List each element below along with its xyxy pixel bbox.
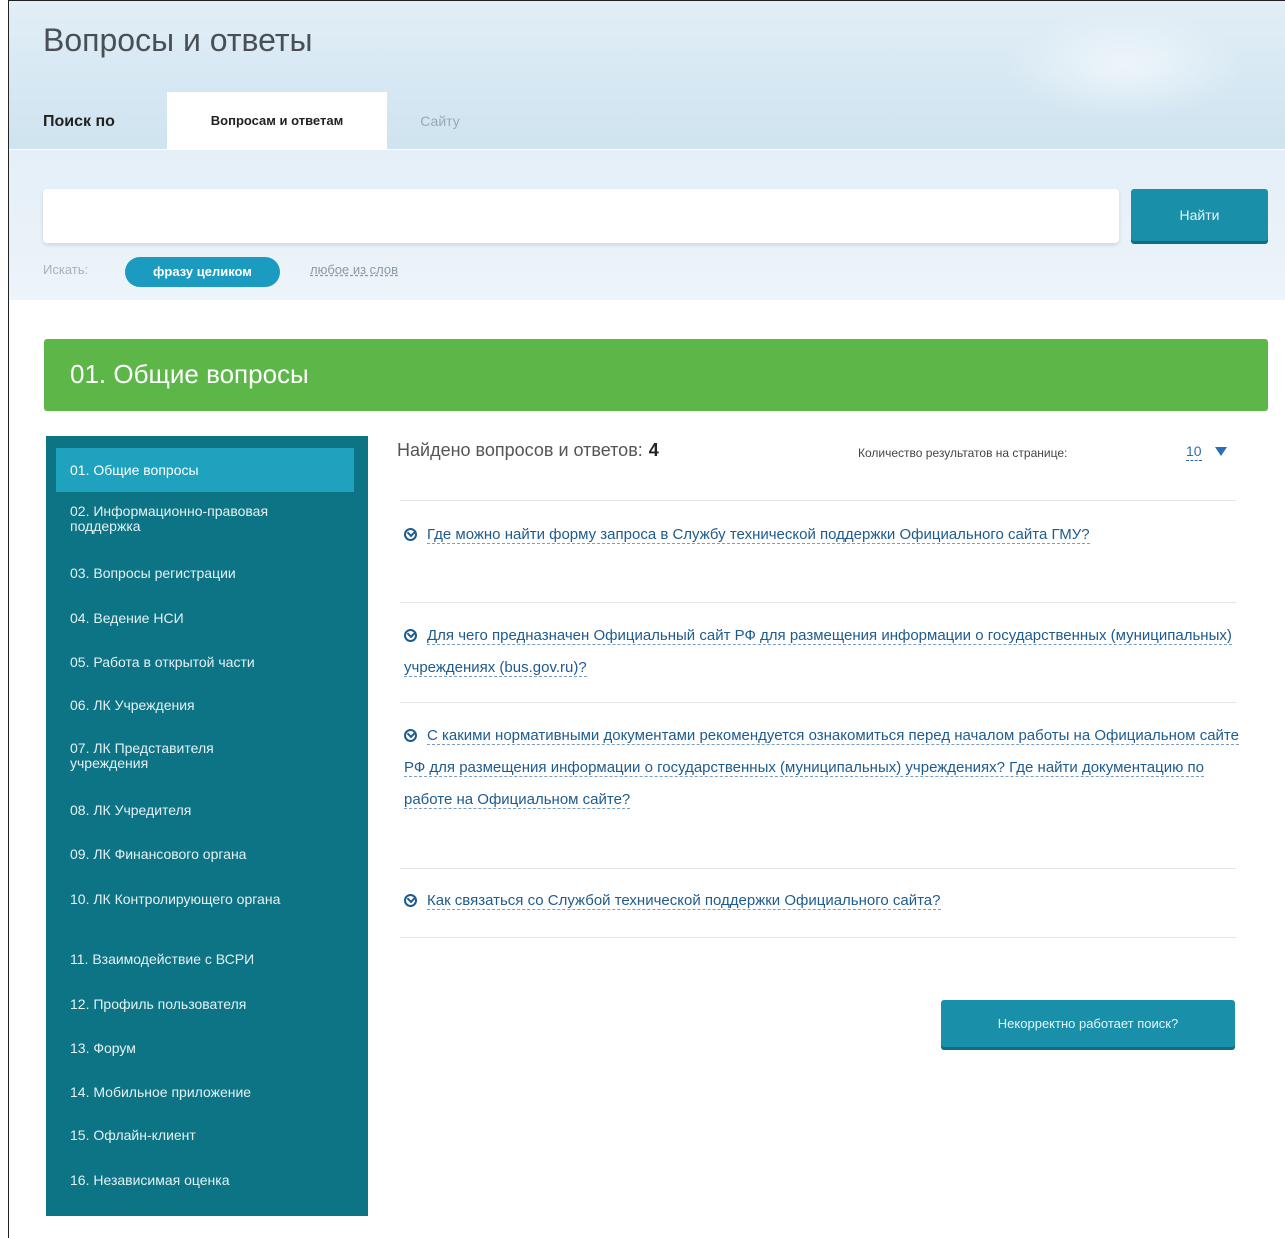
sidebar-item-independent-rating[interactable]: 16. Независимая оценка — [56, 1173, 354, 1188]
report-search-issue-button[interactable]: Некорректно работает поиск? — [941, 1000, 1235, 1047]
mode-any-word[interactable]: любое из слов — [310, 262, 398, 277]
question-item[interactable]: Как связаться со Службой технической под… — [404, 885, 1249, 917]
question-text[interactable]: С какими нормативными документами рекоме… — [404, 727, 1239, 809]
chevron-down-icon[interactable] — [1215, 447, 1227, 456]
divider — [400, 702, 1236, 703]
page-title: Вопросы и ответы — [43, 22, 313, 58]
tab-questions-answers[interactable]: Вопросам и ответам — [167, 92, 387, 150]
find-button[interactable]: Найти — [1131, 189, 1268, 241]
question-item[interactable]: Для чего предназначен Официальный сайт Р… — [404, 620, 1249, 684]
chevron-down-circle-icon — [404, 729, 417, 742]
sidebar-item-lk-control[interactable]: 10. ЛК Контролирующего органа — [56, 892, 286, 907]
sidebar-item-lk-representative[interactable]: 07. ЛК Представителя учреждения — [56, 741, 286, 771]
sidebar-item-lk-founder[interactable]: 08. ЛК Учредителя — [56, 803, 354, 818]
per-page-label: Количество результатов на странице: — [858, 446, 1068, 460]
divider — [400, 868, 1236, 869]
divider — [400, 602, 1236, 603]
results-count-label: Найдено вопросов и ответов: — [397, 440, 643, 460]
question-item[interactable]: Где можно найти форму запроса в Службу т… — [404, 519, 1249, 551]
question-text[interactable]: Для чего предназначен Официальный сайт Р… — [404, 627, 1232, 677]
chevron-down-circle-icon — [404, 528, 417, 541]
sidebar-item-offline-client[interactable]: 15. Офлайн-клиент — [56, 1128, 354, 1143]
per-page-select[interactable]: 10 — [1186, 443, 1202, 461]
question-text[interactable]: Как связаться со Службой технической под… — [427, 892, 941, 910]
sidebar-item-lk-finance[interactable]: 09. ЛК Финансового органа — [56, 847, 354, 862]
tab-site[interactable]: Сайту — [395, 92, 485, 150]
search-mode-label: Искать: — [43, 262, 89, 277]
sidebar-item-open-part[interactable]: 05. Работа в открытой части — [56, 655, 354, 670]
sidebar-item-user-profile[interactable]: 12. Профиль пользователя — [56, 997, 354, 1012]
sidebar: 01. Общие вопросы 02. Информационно-прав… — [46, 436, 368, 1216]
chevron-down-circle-icon — [404, 629, 417, 642]
question-text[interactable]: Где можно найти форму запроса в Службу т… — [427, 526, 1090, 544]
section-header: 01. Общие вопросы — [44, 339, 1268, 411]
header-decoration — [1005, 11, 1245, 121]
sidebar-item-legal-support[interactable]: 02. Информационно-правовая поддержка — [56, 504, 286, 534]
search-input[interactable] — [43, 189, 1119, 243]
question-item[interactable]: С какими нормативными документами рекоме… — [404, 720, 1249, 816]
section-title: 01. Общие вопросы — [70, 359, 309, 389]
chevron-down-circle-icon — [404, 894, 417, 907]
sidebar-item-lk-institution[interactable]: 06. ЛК Учреждения — [56, 698, 354, 713]
sidebar-item-mobile-app[interactable]: 14. Мобильное приложение — [56, 1085, 354, 1100]
sidebar-item-general[interactable]: 01. Общие вопросы — [56, 448, 354, 492]
divider — [400, 937, 1236, 938]
results-count: Найдено вопросов и ответов: 4 — [397, 440, 659, 461]
sidebar-item-vsri[interactable]: 11. Взаимодействие с ВСРИ — [56, 952, 354, 967]
sidebar-item-forum[interactable]: 13. Форум — [56, 1041, 354, 1056]
search-by-label: Поиск по — [43, 113, 115, 130]
mode-whole-phrase[interactable]: фразу целиком — [125, 257, 280, 287]
divider — [400, 500, 1236, 501]
results-count-value: 4 — [648, 440, 659, 460]
sidebar-item-registration[interactable]: 03. Вопросы регистрации — [56, 566, 354, 581]
sidebar-item-nsi[interactable]: 04. Ведение НСИ — [56, 611, 354, 626]
sidebar-item-label: 01. Общие вопросы — [70, 461, 199, 478]
